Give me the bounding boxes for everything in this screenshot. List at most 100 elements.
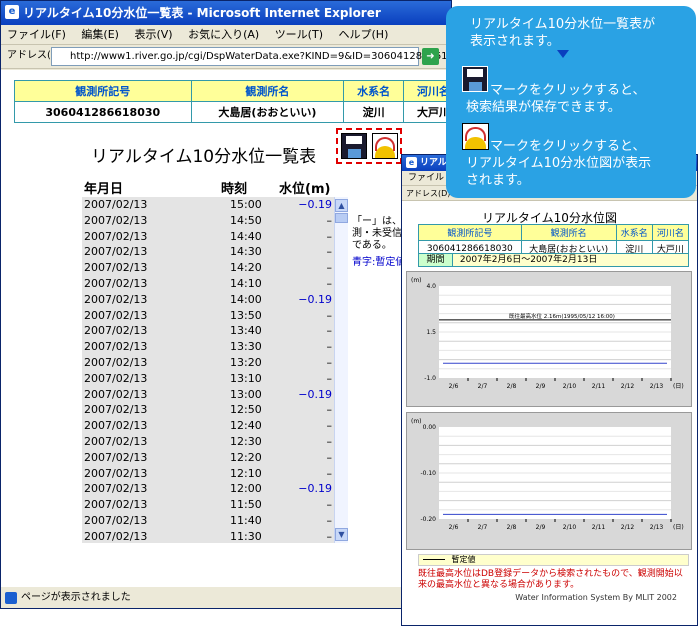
callout-arrow-icon (557, 50, 569, 58)
row-time: 11:40 (230, 513, 262, 527)
row-date: 2007/02/13 (84, 355, 148, 369)
header-water-system: 水系名 (343, 80, 405, 102)
graph-header-river: 河川名 (651, 224, 690, 241)
main-title-bar[interactable]: e リアルタイム10分水位一覧表 - Microsoft Internet Ex… (1, 1, 451, 25)
reference-line-label: 既往最高水位 2.16m(1995/05/12 16:00) (509, 312, 615, 320)
status-text: ページが表示されました (21, 592, 131, 603)
row-time: 15:00 (230, 198, 262, 211)
y-unit-label: (m) (411, 418, 422, 425)
x-tick-label: 2/13 (650, 524, 664, 531)
row-level: – (326, 308, 333, 322)
col-time-header: 時刻 (221, 182, 248, 197)
y-unit-label: (m) (411, 277, 422, 284)
row-time: 12:00 (230, 482, 262, 496)
status-bar: ページが表示されました (1, 586, 451, 608)
graph-footer: Water Information System By MLIT 2002 (515, 593, 677, 602)
table-row: 2007/02/13 14:00 −0.19 (82, 292, 334, 308)
x-tick-label: 2/9 (536, 383, 546, 390)
main-menu-bar: ファイル(F) 編集(E) 表示(V) お気に入り(A) ツール(T) ヘルプ(… (1, 25, 451, 45)
scroll-thumb[interactable] (335, 213, 348, 223)
graph-note: 既往最高水位はDB登録データから検索されたもので、観測開始以来の最高水位と異なる… (418, 569, 683, 590)
station-name: 大島居(おおといい) (190, 101, 345, 123)
graph-menu-file[interactable]: ファイル (408, 173, 444, 183)
callout-graph-icon (462, 123, 489, 150)
period-value: 2007年2月6日〜2007年2月13日 (459, 255, 598, 265)
callout-line: 表示されます。 (470, 34, 560, 49)
save-floppy-icon[interactable] (341, 133, 367, 159)
scroll-up-icon[interactable]: ▲ (335, 199, 348, 212)
x-unit-label: (日) (673, 383, 684, 390)
callout-line: リアルタイム10分水位一覧表が (470, 17, 656, 32)
legend-line-icon (423, 559, 445, 560)
menu-help[interactable]: ヘルプ(H) (339, 28, 389, 41)
chart-upper-svg: (m) 4.0 1.5 -1.0 2/6 2/7 2/8 2/9 2/10 2/11 2/12 2/1… (411, 277, 684, 390)
row-time: 14:00 (230, 292, 262, 306)
header-station-code: 観測所記号 (14, 80, 192, 102)
table-row: 2007/02/13 12:40 – (82, 418, 334, 434)
chart-upper: (m) 4.0 1.5 -1.0 2/6 2/7 2/8 2/9 2/10 2/11 2/12 2/1… (406, 271, 692, 407)
water-system: 淀川 (343, 101, 405, 123)
row-time: 12:20 (230, 450, 262, 464)
menu-view[interactable]: 表示(V) (134, 28, 172, 41)
page-status-icon (5, 592, 17, 604)
table-row: 2007/02/13 12:10 – (82, 466, 334, 482)
row-time: 13:50 (230, 308, 262, 322)
graph-header-code: 観測所記号 (418, 224, 522, 241)
row-date: 2007/02/13 (84, 450, 148, 464)
address-input[interactable]: http://www1.river.go.jp/cgi/DspWaterData… (51, 47, 451, 66)
table-row: 2007/02/13 12:30 – (82, 434, 334, 450)
menu-file[interactable]: ファイル(F) (7, 28, 66, 41)
x-tick-label: 2/6 (449, 383, 459, 390)
station-code: 306041286618030 (14, 101, 192, 123)
row-level: −0.19 (298, 482, 332, 496)
menu-favorites[interactable]: お気に入り(A) (188, 28, 259, 41)
header-station-name: 観測所名 (190, 80, 345, 102)
row-date: 2007/02/13 (84, 371, 148, 385)
callout-graph-line: リアルタイム10分水位図が表示 (466, 156, 652, 171)
y-tick-label: -1.0 (424, 375, 436, 382)
table-row: 2007/02/13 14:30 – (82, 244, 334, 260)
row-date: 2007/02/13 (84, 498, 148, 512)
row-date: 2007/02/13 (84, 529, 148, 543)
row-time: 13:40 (230, 324, 262, 338)
y-tick-label: -0.10 (420, 470, 436, 477)
table-row: 2007/02/13 12:00 −0.19 (82, 481, 334, 497)
row-level: – (326, 229, 333, 243)
graph-header-system: 水系名 (615, 224, 653, 241)
x-tick-label: 2/8 (507, 524, 517, 531)
scroll-down-icon[interactable]: ▼ (335, 528, 348, 541)
row-date: 2007/02/13 (84, 292, 148, 306)
table-row: 2007/02/13 13:10 – (82, 371, 334, 387)
water-level-list[interactable]: 2007/02/13 15:00 −0.19 2007/02/13 14:50–2007… (82, 197, 334, 543)
x-tick-label: 2/11 (592, 524, 606, 531)
row-date: 2007/02/13 (84, 213, 148, 227)
row-time: 13:30 (230, 340, 262, 354)
row-date: 2007/02/13 (84, 229, 148, 243)
x-tick-label: 2/6 (449, 524, 459, 531)
row-time: 12:30 (230, 434, 262, 448)
menu-edit[interactable]: 編集(E) (81, 28, 119, 41)
row-date: 2007/02/13 (84, 466, 148, 480)
row-date: 2007/02/13 (84, 324, 148, 338)
table-row: 2007/02/13 14:40 – (82, 229, 334, 245)
row-level: – (326, 213, 333, 227)
menu-tools[interactable]: ツール(T) (275, 28, 323, 41)
x-tick-label: 2/7 (478, 524, 488, 531)
row-level: −0.19 (298, 198, 332, 211)
page-title: リアルタイム10分水位一覧表 (91, 147, 317, 167)
row-level: – (326, 324, 333, 338)
row-level: −0.19 (298, 292, 332, 306)
row-date: 2007/02/13 (84, 340, 148, 354)
row-level: – (326, 371, 333, 385)
graph-chart-icon[interactable] (372, 133, 398, 159)
row-date: 2007/02/13 (84, 387, 148, 401)
row-level: −0.19 (298, 387, 332, 401)
callout-save-line: マークをクリックすると、 (490, 83, 646, 98)
table-row: 2007/02/13 13:40 – (82, 323, 334, 339)
graph-address-label: アドレス(D) (406, 189, 451, 198)
go-arrow-icon[interactable]: ➜ (422, 48, 439, 65)
row-date: 2007/02/13 (84, 276, 148, 290)
x-tick-label: 2/13 (650, 383, 664, 390)
list-scrollbar[interactable]: ▲ ▼ (334, 197, 348, 543)
y-tick-label: 4.0 (426, 283, 436, 290)
